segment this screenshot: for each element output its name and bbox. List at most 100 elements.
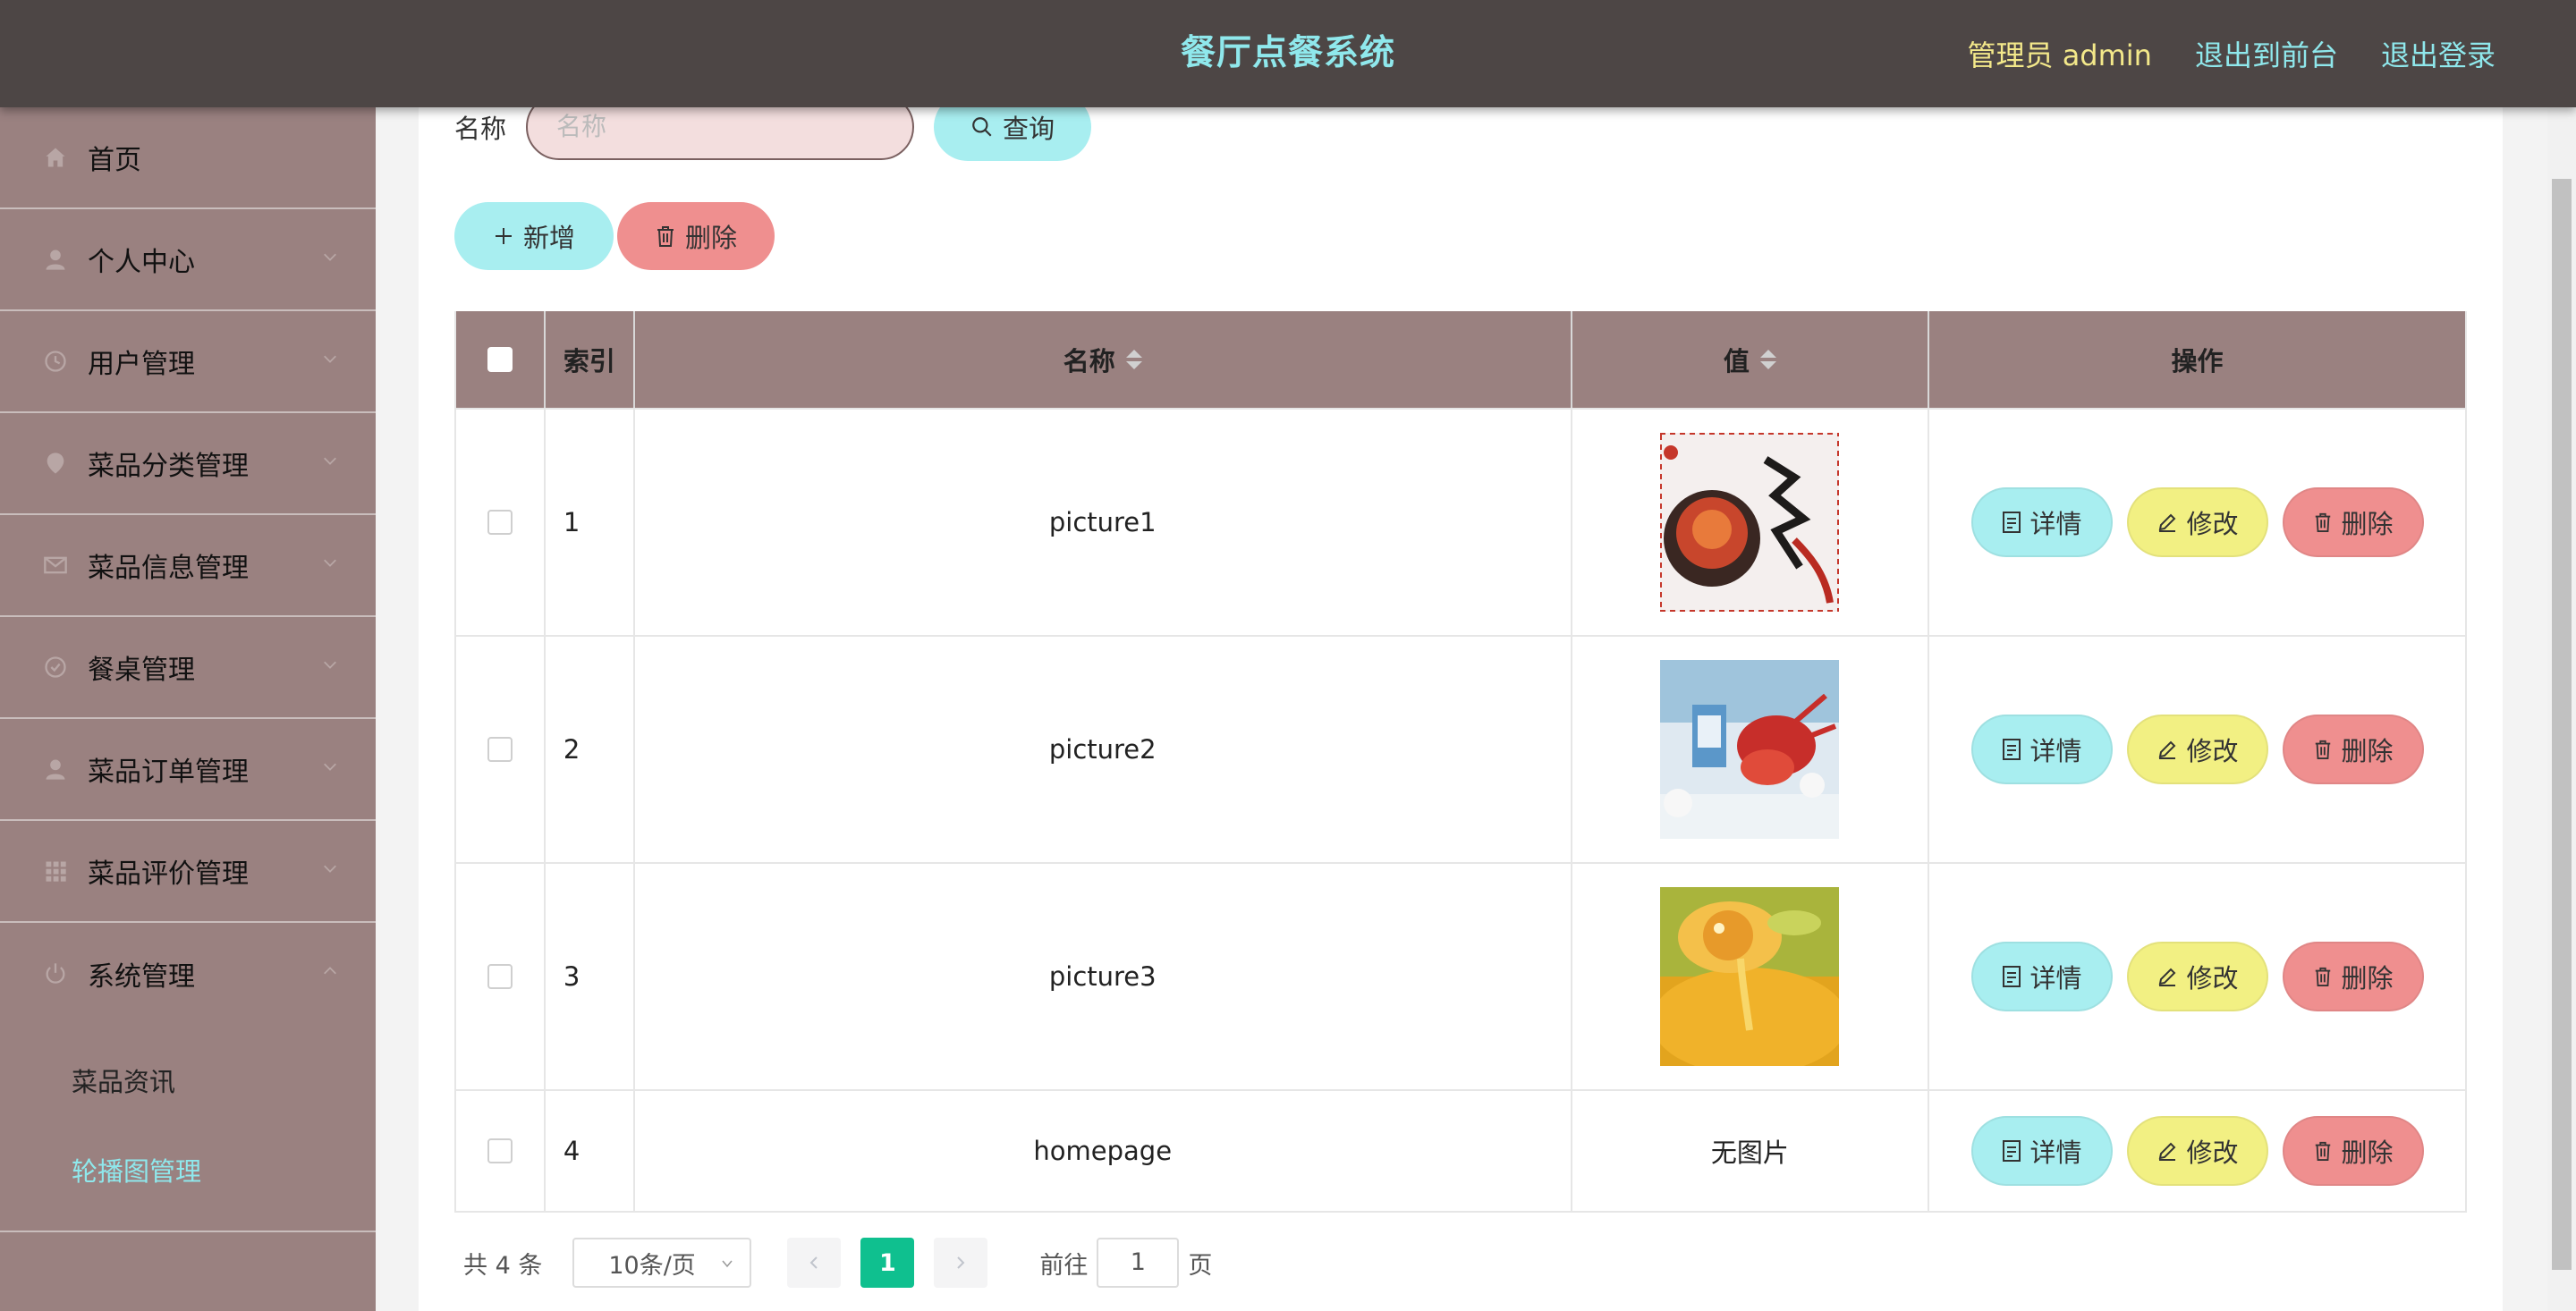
sidebar-item-label: 菜品信息管理 — [88, 553, 249, 584]
carousel-image-thumbnail[interactable] — [1660, 433, 1840, 612]
sidebar-item-dish-info-management[interactable]: 菜品信息管理 — [0, 515, 376, 617]
row-name: picture2 — [635, 637, 1572, 862]
row-checkbox[interactable] — [487, 510, 513, 535]
delete-button[interactable]: 删除 — [2282, 715, 2424, 784]
row-actions: 详情 修改 删除 — [1929, 864, 2465, 1089]
chevron-down-icon — [324, 763, 336, 771]
exit-to-front-link[interactable]: 退出到前台 — [2195, 33, 2338, 74]
sidebar-item-order-management[interactable]: 菜品订单管理 — [0, 719, 376, 821]
next-page-button[interactable] — [934, 1238, 988, 1288]
submenu-item-dish-news[interactable]: 菜品资讯 — [0, 1037, 376, 1127]
row-checkbox[interactable] — [487, 964, 513, 989]
row-value — [1572, 637, 1930, 862]
sidebar: 首页 个人中心 用户管理 菜品分类管理 菜品信息管理 餐桌管理 菜品订单管理 菜… — [0, 107, 376, 1311]
delete-button[interactable]: 删除 — [2282, 1116, 2424, 1186]
chevron-down-icon — [722, 1260, 733, 1268]
top-links: 管理员 admin 退出到前台 退出登录 — [1968, 0, 2496, 107]
row-index: 1 — [546, 410, 635, 635]
row-checkbox[interactable] — [487, 737, 513, 762]
goto-page-input[interactable]: 1 — [1097, 1238, 1180, 1288]
sort-icon[interactable] — [1125, 350, 1142, 369]
detail-button-label: 详情 — [2029, 1138, 2082, 1168]
trash-icon — [657, 226, 674, 247]
delete-button[interactable]: 删除 — [2282, 942, 2424, 1011]
sidebar-item-label: 菜品订单管理 — [88, 757, 249, 788]
top-bar: 餐厅点餐系统 管理员 admin 退出到前台 退出登录 — [0, 0, 2576, 107]
carousel-image-thumbnail[interactable] — [1660, 887, 1840, 1066]
carousel-image-thumbnail[interactable] — [1660, 660, 1840, 839]
prev-page-button[interactable] — [787, 1238, 842, 1288]
delete-button-label: 删除 — [2341, 509, 2394, 539]
add-button[interactable]: 新增 — [454, 202, 614, 270]
header-value[interactable]: 值 — [1572, 311, 1930, 408]
header-name-label: 名称 — [1063, 346, 1115, 376]
system-submenu: 菜品资讯 轮播图管理 — [0, 1025, 376, 1232]
location-icon — [43, 451, 68, 476]
chevron-down-icon — [324, 559, 336, 567]
chevron-down-icon — [324, 457, 336, 465]
delete-button-label: 删除 — [2341, 1138, 2394, 1168]
header-actions: 操作 — [1929, 311, 2465, 408]
table-row: 3 picture3 详情 修改 删除 — [456, 864, 2465, 1091]
page-size-select[interactable]: 10条/页 — [572, 1238, 752, 1288]
chevron-left-icon — [809, 1256, 818, 1269]
document-icon — [2002, 512, 2021, 533]
page-number-button[interactable]: 1 — [860, 1238, 915, 1288]
row-actions: 详情 修改 删除 — [1929, 637, 2465, 862]
submenu-item-carousel-management[interactable]: 轮播图管理 — [0, 1127, 376, 1216]
detail-button[interactable]: 详情 — [1970, 487, 2113, 557]
row-checkbox[interactable] — [487, 1138, 513, 1163]
sort-icon[interactable] — [1759, 350, 1776, 369]
document-icon — [2002, 1140, 2021, 1162]
edit-icon — [2158, 968, 2175, 986]
header-index-label: 索引 — [563, 346, 615, 376]
scrollbar[interactable] — [2547, 107, 2576, 1311]
sidebar-item-label: 个人中心 — [88, 247, 195, 278]
row-index: 2 — [546, 637, 635, 862]
row-actions: 详情 修改 删除 — [1929, 410, 2465, 635]
edit-button-label: 修改 — [2186, 963, 2239, 994]
edit-button[interactable]: 修改 — [2126, 1116, 2268, 1186]
page-size-value: 10条/页 — [608, 1251, 696, 1280]
scrollbar-thumb[interactable] — [2552, 179, 2572, 1270]
select-all-checkbox[interactable] — [487, 347, 513, 372]
sidebar-item-review-management[interactable]: 菜品评价管理 — [0, 821, 376, 923]
detail-button[interactable]: 详情 — [1970, 942, 2113, 1011]
row-select-cell — [456, 864, 546, 1089]
trash-icon — [2315, 967, 2330, 986]
header-name[interactable]: 名称 — [635, 311, 1572, 408]
row-name: homepage — [635, 1091, 1572, 1211]
sidebar-item-category-management[interactable]: 菜品分类管理 — [0, 413, 376, 515]
detail-button[interactable]: 详情 — [1970, 1116, 2113, 1186]
data-table: 索引 名称 值 操作 1 picture1 详情 修改 删除 2 picture… — [454, 311, 2467, 1213]
sidebar-item-user-management[interactable]: 用户管理 — [0, 311, 376, 413]
query-button-label: 查询 — [1003, 114, 1055, 144]
delete-button-label: 删除 — [2341, 736, 2394, 766]
clock-icon — [43, 349, 68, 374]
sidebar-item-system-management[interactable]: 系统管理 — [0, 923, 376, 1025]
row-index: 4 — [546, 1091, 635, 1211]
edit-icon — [2158, 513, 2175, 532]
sidebar-item-personal-center[interactable]: 个人中心 — [0, 209, 376, 311]
detail-button[interactable]: 详情 — [1970, 715, 2113, 784]
sidebar-item-home[interactable]: 首页 — [0, 107, 376, 209]
sidebar-item-label: 系统管理 — [88, 961, 195, 993]
row-select-cell — [456, 1091, 546, 1211]
row-index: 3 — [546, 864, 635, 1089]
sidebar-item-label: 首页 — [88, 145, 141, 176]
edit-button[interactable]: 修改 — [2126, 942, 2268, 1011]
home-icon — [43, 145, 68, 170]
sidebar-item-table-management[interactable]: 餐桌管理 — [0, 617, 376, 719]
edit-button[interactable]: 修改 — [2126, 715, 2268, 784]
sidebar-item-label: 餐桌管理 — [88, 655, 195, 686]
admin-label: 管理员 admin — [1967, 38, 2152, 72]
edit-button[interactable]: 修改 — [2126, 487, 2268, 557]
logout-link[interactable]: 退出登录 — [2381, 33, 2496, 74]
table-row: 2 picture2 详情 修改 删除 — [456, 637, 2465, 864]
user-icon — [43, 757, 68, 782]
edit-button-label: 修改 — [2186, 509, 2239, 539]
delete-button[interactable]: 删除 — [2282, 487, 2424, 557]
batch-delete-button[interactable]: 删除 — [617, 202, 775, 270]
user-icon — [43, 247, 68, 272]
row-name: picture3 — [635, 864, 1572, 1089]
